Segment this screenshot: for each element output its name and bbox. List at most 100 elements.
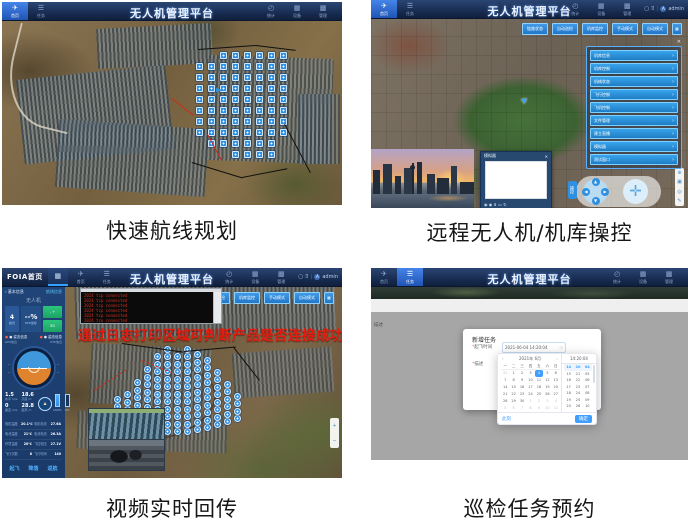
log-window[interactable]: 2024 tcp connected2024 tcp connected2024… (80, 288, 222, 324)
waypoint-marker[interactable] (194, 396, 201, 403)
calendar-date[interactable]: 22 (509, 391, 517, 398)
time-cell[interactable]: 26 (573, 403, 582, 410)
waypoint-marker[interactable] (244, 129, 251, 136)
waypoint-marker[interactable] (174, 353, 181, 360)
waypoint-marker[interactable] (280, 129, 287, 136)
waypoint-marker[interactable] (268, 140, 275, 147)
waypoint-marker[interactable] (244, 63, 251, 70)
toolbar-button-2[interactable]: 机库监控 (582, 23, 608, 35)
waypoint-marker[interactable] (214, 376, 221, 383)
toolbar-button-2[interactable]: 机库监控 (234, 292, 260, 304)
calendar-date[interactable]: 7 (518, 405, 526, 412)
waypoint-marker[interactable] (232, 52, 239, 59)
waypoint-marker[interactable] (196, 74, 203, 81)
waypoint-marker[interactable] (244, 96, 251, 103)
toolbar-button-1[interactable]: 自动巡检 (552, 23, 578, 35)
calendar-date[interactable]: 30 (518, 398, 526, 405)
waypoint-marker[interactable] (134, 387, 141, 394)
waypoint-marker[interactable] (204, 379, 211, 386)
waypoint-marker[interactable] (174, 368, 181, 375)
waypoint-marker[interactable] (224, 411, 231, 418)
calendar-date[interactable]: 9 (535, 405, 543, 412)
now-link[interactable]: 此刻 (502, 416, 511, 422)
waypoint-marker[interactable] (194, 359, 201, 366)
calendar-date[interactable]: 10 (543, 405, 551, 412)
waypoint-marker[interactable] (174, 383, 181, 390)
waypoint-marker[interactable] (184, 376, 191, 383)
calendar-date[interactable]: 19 (543, 384, 551, 391)
calendar-date[interactable]: 4 (535, 370, 543, 377)
waypoint-marker[interactable] (174, 361, 181, 368)
back-link[interactable]: ‹ 基本信息 (5, 289, 24, 295)
calendar-date[interactable]: 12 (543, 377, 551, 384)
calendar-date[interactable]: 28 (501, 398, 509, 405)
waypoint-marker[interactable] (204, 364, 211, 371)
calendar-date[interactable]: 6 (552, 370, 560, 377)
waypoint-marker[interactable] (196, 96, 203, 103)
waypoint-marker[interactable] (224, 418, 231, 425)
waypoint-marker[interactable] (174, 391, 181, 398)
waypoint-marker[interactable] (280, 63, 287, 70)
waypoint-marker[interactable] (134, 379, 141, 386)
calendar-date[interactable]: 2 (535, 398, 543, 405)
waypoint-marker[interactable] (268, 107, 275, 114)
satellite-map[interactable] (2, 2, 342, 205)
waypoint-marker[interactable] (184, 428, 191, 435)
calendar-date[interactable]: 15 (509, 384, 517, 391)
waypoint-marker[interactable] (232, 63, 239, 70)
waypoint-marker[interactable] (234, 415, 241, 422)
waypoint-marker[interactable] (194, 419, 201, 426)
waypoint-marker[interactable] (220, 63, 227, 70)
waypoint-marker[interactable] (244, 85, 251, 92)
waypoint-marker[interactable] (194, 426, 201, 433)
waypoint-marker[interactable] (268, 118, 275, 125)
waypoint-marker[interactable] (256, 96, 263, 103)
waypoint-marker[interactable] (220, 107, 227, 114)
waypoint-marker[interactable] (184, 361, 191, 368)
waypoint-marker[interactable] (232, 118, 239, 125)
calendar-date[interactable]: 31 (501, 370, 509, 377)
waypoint-marker[interactable] (268, 96, 275, 103)
waypoint-marker[interactable] (174, 376, 181, 383)
waypoint-marker[interactable] (194, 366, 201, 373)
waypoint-marker[interactable] (224, 381, 231, 388)
waypoint-marker[interactable] (268, 129, 275, 136)
waypoint-marker[interactable] (256, 63, 263, 70)
calendar-date[interactable]: 8 (509, 377, 517, 384)
waypoint-marker[interactable] (208, 107, 215, 114)
waypoint-marker[interactable] (164, 383, 171, 390)
calendar-date[interactable]: 24 (526, 391, 534, 398)
waypoint-marker[interactable] (164, 391, 171, 398)
waypoint-marker[interactable] (280, 96, 287, 103)
waypoint-marker[interactable] (244, 74, 251, 81)
time-scrollbar[interactable] (593, 365, 595, 383)
waypoint-marker[interactable] (232, 140, 239, 147)
calendar-date[interactable]: 13 (552, 377, 560, 384)
waypoint-marker[interactable] (256, 85, 263, 92)
waypoint-marker[interactable] (174, 428, 181, 435)
nav-item-0[interactable]: ✈首页 (68, 268, 94, 286)
waypoint-marker[interactable] (196, 129, 203, 136)
nav-item-0[interactable]: ✈首页 (371, 268, 397, 286)
waypoint-marker[interactable] (232, 96, 239, 103)
nav-item-3[interactable]: ▦设备 (284, 2, 310, 20)
waypoint-marker[interactable] (184, 398, 191, 405)
drone-position-icon[interactable]: ➤ (519, 95, 531, 108)
waypoint-marker[interactable] (174, 413, 181, 420)
action-button-2[interactable]: 返航 (47, 465, 57, 472)
waypoint-marker[interactable] (214, 421, 221, 428)
waypoint-marker[interactable] (220, 52, 227, 59)
calendar-date[interactable]: 14 (501, 384, 509, 391)
nav-item-0[interactable]: ✈首页 (371, 0, 397, 18)
calendar-date[interactable]: 4 (552, 398, 560, 405)
waypoint-marker[interactable] (124, 391, 131, 398)
toolbar-more-button[interactable]: ▦ (672, 23, 682, 35)
waypoint-marker[interactable] (196, 118, 203, 125)
joystick-tab[interactable]: 操控 (568, 181, 577, 199)
menu-item-0[interactable]: 机库信息› (590, 50, 678, 61)
waypoint-marker[interactable] (220, 140, 227, 147)
calendar-date[interactable]: 9 (518, 377, 526, 384)
locate-icon[interactable]: ◎ (677, 189, 681, 195)
nav-item-2[interactable]: ◴统计 (216, 268, 242, 286)
calendar-date[interactable]: 11 (552, 405, 560, 412)
